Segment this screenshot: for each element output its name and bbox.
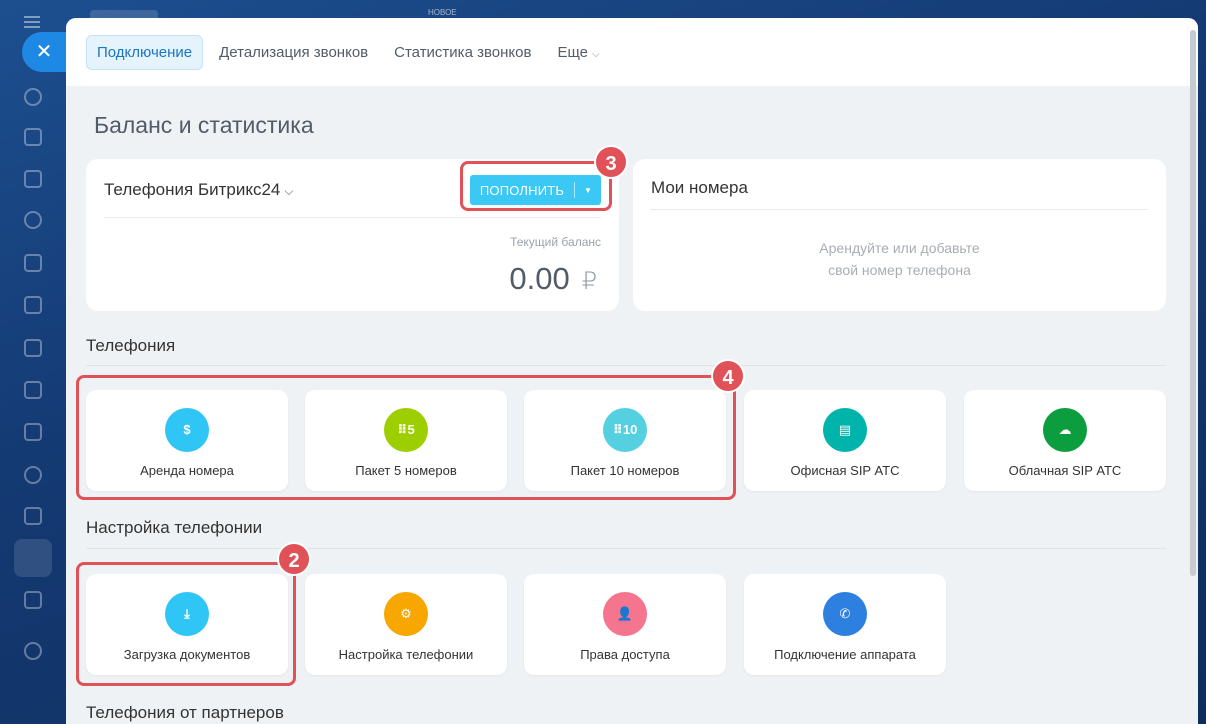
my-numbers-card: Мои номера Арендуйте или добавьте свой н… bbox=[633, 159, 1166, 311]
settings-icon[interactable] bbox=[24, 642, 42, 660]
currency-symbol: ₽ bbox=[581, 268, 597, 295]
badge-2: 2 bbox=[277, 542, 311, 576]
close-slider-button[interactable]: ✕ bbox=[22, 32, 66, 72]
tab-call-details[interactable]: Детализация звонков bbox=[209, 36, 378, 69]
top-tabs: Подключение Детализация звонков Статисти… bbox=[66, 18, 1198, 86]
feed-icon[interactable] bbox=[24, 170, 42, 188]
gear-icon: ⚙ bbox=[384, 592, 428, 636]
telephony-tile-label: Офисная SIP АТС bbox=[790, 463, 900, 478]
activity-icon[interactable] bbox=[24, 88, 42, 106]
mail-icon[interactable] bbox=[24, 423, 42, 441]
balance-amount: 0.00 bbox=[509, 261, 570, 296]
settings-tile-3[interactable]: ✆ Подключение аппарата bbox=[744, 574, 946, 675]
hexagon-icon[interactable] bbox=[24, 211, 42, 229]
telephony-tile-4[interactable]: ☁ Облачная SIP АТС bbox=[964, 390, 1166, 491]
cloud-pbx-icon: ☁ bbox=[1043, 408, 1087, 452]
user-lock-icon: 👤 bbox=[603, 592, 647, 636]
telephony-tile-3[interactable]: ▤ Офисная SIP АТС bbox=[744, 390, 946, 491]
schedule-icon[interactable] bbox=[24, 591, 42, 609]
hint-line-2: свой номер телефона bbox=[828, 262, 971, 278]
new-label: НОВОЕ bbox=[428, 8, 457, 17]
telephony-tile-label: Облачная SIP АТС bbox=[1008, 463, 1122, 478]
tab-connection[interactable]: Подключение bbox=[86, 34, 204, 70]
tab-call-stats[interactable]: Статистика звонков bbox=[384, 36, 541, 69]
settings-tile-label: Настройка телефонии bbox=[338, 647, 474, 662]
badge-3: 3 bbox=[594, 145, 628, 179]
presentation-icon[interactable] bbox=[24, 339, 42, 357]
balance-value: 0.00 ₽ bbox=[509, 261, 597, 297]
menu-icon[interactable] bbox=[24, 16, 40, 31]
badge-4: 4 bbox=[711, 359, 745, 393]
document-icon[interactable] bbox=[24, 296, 42, 314]
section-divider bbox=[86, 365, 1166, 366]
section-title-partners: Телефония от партнеров bbox=[86, 703, 284, 722]
scrollbar[interactable] bbox=[1190, 30, 1196, 576]
card-icon[interactable] bbox=[24, 381, 42, 399]
chevron-down-icon: ⌵ bbox=[284, 184, 294, 198]
section-divider bbox=[86, 548, 1166, 549]
divider bbox=[651, 209, 1148, 210]
settings-tile-2[interactable]: 👤 Права доступа bbox=[524, 574, 726, 675]
my-numbers-title: Мои номера bbox=[651, 178, 748, 197]
page-title: Баланс и статистика bbox=[94, 112, 314, 138]
chat-icon[interactable] bbox=[24, 128, 42, 146]
current-balance-label: Текущий баланс bbox=[510, 235, 601, 249]
highlight-packages bbox=[76, 375, 736, 500]
office-pbx-icon: ▤ bbox=[823, 408, 867, 452]
highlight-documents bbox=[76, 562, 296, 686]
tab-more[interactable]: Еще ⌵ bbox=[547, 36, 609, 69]
phone-plug-icon: ✆ bbox=[823, 592, 867, 636]
left-rail: ✕ bbox=[0, 0, 66, 724]
balance-title: Телефония Битрикс24 bbox=[104, 180, 281, 199]
highlight-topup bbox=[460, 161, 612, 211]
section-title-telephony: Телефония bbox=[86, 336, 176, 355]
filter-icon-active[interactable] bbox=[14, 539, 52, 577]
tab-more-label: Еще bbox=[557, 43, 588, 61]
tasks-icon[interactable] bbox=[24, 507, 42, 525]
settings-tile-1[interactable]: ⚙ Настройка телефонии bbox=[305, 574, 507, 675]
telephony-slider: Подключение Детализация звонков Статисти… bbox=[66, 18, 1198, 724]
balance-title-dropdown[interactable]: Телефония Битрикс24 ⌵ bbox=[104, 180, 293, 200]
settings-tile-label: Права доступа bbox=[580, 647, 670, 662]
calendar-icon[interactable] bbox=[24, 254, 42, 272]
section-title-settings: Настройка телефонии bbox=[86, 518, 263, 537]
settings-tile-label: Подключение аппарата bbox=[774, 647, 916, 662]
divider bbox=[104, 217, 601, 218]
chevron-down-icon: ⌵ bbox=[591, 48, 600, 60]
my-numbers-hint: Арендуйте или добавьте свой номер телефо… bbox=[633, 237, 1166, 281]
hint-line-1: Арендуйте или добавьте bbox=[819, 240, 980, 256]
contacts-icon[interactable] bbox=[24, 466, 42, 484]
